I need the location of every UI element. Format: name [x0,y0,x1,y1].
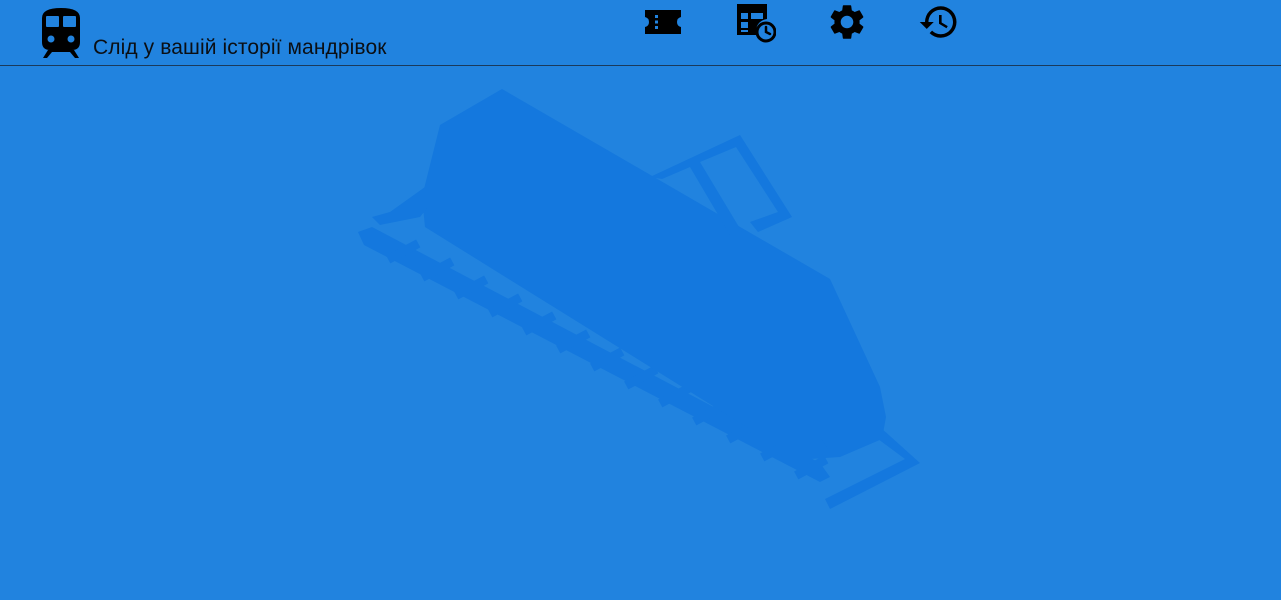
app-header: Слід у вашій історії мандрівок [0,0,1281,66]
history-button[interactable] [917,2,961,46]
settings-button[interactable] [825,2,869,46]
schedule-calendar-icon [734,1,777,48]
history-icon [918,1,960,48]
gear-icon [826,1,868,48]
ticket-icon [643,6,683,43]
train-on-tracks-icon [350,87,930,517]
train-icon [38,6,84,60]
app-tagline: Слід у вашій історії мандрівок [93,36,387,59]
main-content [0,67,1281,600]
schedule-button[interactable] [733,2,777,46]
tickets-button[interactable] [641,2,685,46]
app-window: Слід у вашій історії мандрівок [0,0,1281,600]
